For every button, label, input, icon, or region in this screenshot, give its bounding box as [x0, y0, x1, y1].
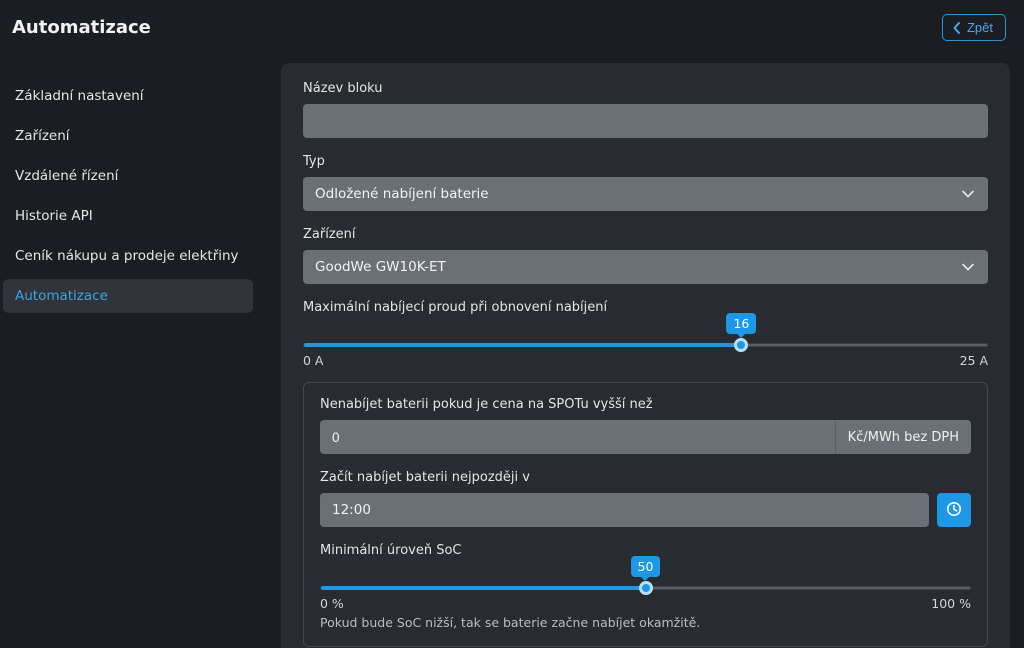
- time-picker-button[interactable]: [937, 493, 971, 527]
- spot-price-unit: Kč/MWh bez DPH: [835, 420, 971, 454]
- min-soc-value-badge: 50: [631, 556, 661, 577]
- back-button-label: Zpět: [967, 20, 993, 35]
- block-name-label: Název bloku: [303, 81, 988, 96]
- chevron-down-icon: [960, 259, 976, 275]
- chevron-left-icon: [952, 22, 961, 34]
- spot-price-label: Nenabíjet baterii pokud je cena na SPOTu…: [320, 397, 971, 412]
- device-select-value: GoodWe GW10K-ET: [315, 259, 446, 275]
- latest-charge-time-input[interactable]: 12:00: [320, 493, 929, 527]
- main-panel: Název bloku Typ Odložené nabíjení bateri…: [281, 63, 1010, 648]
- device-label: Zařízení: [303, 227, 988, 242]
- slider-thumb[interactable]: [734, 338, 748, 352]
- block-name-input[interactable]: [303, 104, 988, 138]
- max-current-label: Maximální nabíjecí proud při obnovení na…: [303, 300, 988, 315]
- min-soc-min: 0 %: [320, 596, 344, 611]
- conditions-panel: Nenabíjet baterii pokud je cena na SPOTu…: [303, 382, 988, 647]
- spot-price-input[interactable]: [320, 420, 835, 454]
- clock-icon: [946, 501, 962, 520]
- latest-charge-label: Začít nabíjet baterii nejpozději v: [320, 470, 971, 485]
- slider-thumb[interactable]: [639, 581, 653, 595]
- sidebar: Základní nastavení Zařízení Vzdálené říz…: [0, 63, 257, 648]
- type-select[interactable]: Odložené nabíjení baterie: [303, 177, 988, 211]
- sidebar-item-devices[interactable]: Zařízení: [3, 119, 253, 153]
- type-label: Typ: [303, 154, 988, 169]
- device-select[interactable]: GoodWe GW10K-ET: [303, 250, 988, 284]
- back-button[interactable]: Zpět: [942, 14, 1006, 41]
- sidebar-item-basic-settings[interactable]: Základní nastavení: [3, 79, 253, 113]
- type-select-value: Odložené nabíjení baterie: [315, 186, 489, 202]
- sidebar-item-remote-control[interactable]: Vzdálené řízení: [3, 159, 253, 193]
- max-current-value-badge: 16: [726, 313, 756, 334]
- page-title: Automatizace: [12, 17, 151, 38]
- chevron-down-icon: [960, 186, 976, 202]
- sidebar-item-api-history[interactable]: Historie API: [3, 199, 253, 233]
- min-soc-max: 100 %: [931, 596, 971, 611]
- min-soc-hint: Pokud bude SoC nižší, tak se baterie zač…: [320, 615, 971, 630]
- max-current-min: 0 A: [303, 353, 323, 368]
- max-current-max: 25 A: [960, 353, 988, 368]
- sidebar-item-price-list[interactable]: Ceník nákupu a prodeje elektřiny: [3, 239, 253, 273]
- sidebar-item-automation[interactable]: Automatizace: [3, 279, 253, 313]
- max-current-slider[interactable]: 16: [303, 343, 988, 347]
- min-soc-slider[interactable]: 50: [320, 586, 971, 590]
